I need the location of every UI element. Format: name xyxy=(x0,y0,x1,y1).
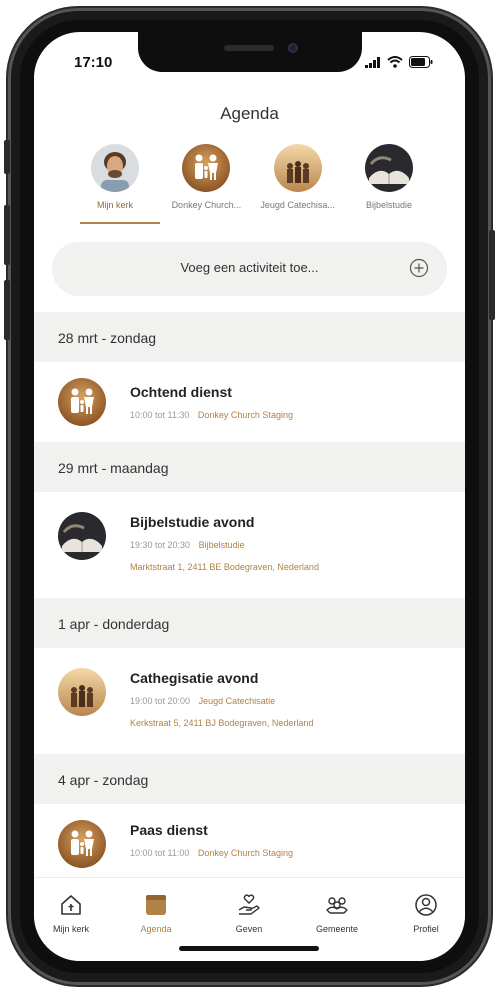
signal-icon xyxy=(365,56,380,68)
event-group: Jeugd Catechisatie xyxy=(198,696,276,706)
tab-label: Agenda xyxy=(140,924,172,934)
event-group: Bijbelstudie xyxy=(198,540,245,550)
community-icon xyxy=(326,897,348,914)
home-indicator[interactable] xyxy=(179,946,319,951)
event-address: Marktstraat 1, 2411 BE Bodegraven, Neder… xyxy=(130,562,319,572)
event-time: 19:30 tot 20:30 xyxy=(130,540,191,550)
tab-geven[interactable]: Geven xyxy=(214,892,284,934)
active-group-indicator xyxy=(80,222,160,224)
event-item[interactable]: Bijbelstudie avond 19:30 tot 20:30 Bijbe… xyxy=(34,492,465,598)
group-tab-bijbelstudie[interactable]: Bijbelstudie xyxy=(346,144,432,210)
group-label: Bijbelstudie xyxy=(365,200,412,210)
battery-icon xyxy=(409,56,433,68)
tab-label: Mijn kerk xyxy=(52,924,89,934)
family-icon-avatar xyxy=(58,378,106,426)
event-title: Cathegisatie avond xyxy=(130,670,259,686)
day-header: 28 mrt - zondag xyxy=(34,312,465,362)
event-title: Paas dienst xyxy=(130,822,208,838)
tab-mijn-kerk[interactable]: Mijn kerk xyxy=(36,892,106,934)
day-header: 4 apr - zondag xyxy=(34,754,465,804)
status-time: 17:10 xyxy=(74,54,113,71)
tab-label: Geven xyxy=(235,924,263,934)
event-title: Ochtend dienst xyxy=(130,384,232,400)
group-photo-avatar xyxy=(58,668,106,716)
speaker-grille xyxy=(224,45,274,51)
tab-label: Gemeente xyxy=(315,924,359,934)
event-address: Kerkstraat 5, 2411 BJ Bodegraven, Nederl… xyxy=(130,718,314,728)
group-photo-avatar xyxy=(273,144,322,192)
home-icon xyxy=(61,895,81,915)
event-time: 10:00 tot 11:30 xyxy=(130,410,190,420)
group-tab-jeugd-catechisatie[interactable]: Jeugd Catechisa... xyxy=(255,144,341,210)
app-screen: 17:10 Agenda Mijn kerk Donkey Church... … xyxy=(34,32,465,961)
event-item[interactable]: Cathegisatie avond 19:00 tot 20:00 Jeugd… xyxy=(34,648,465,754)
event-title: Bijbelstudie avond xyxy=(130,514,255,530)
event-item[interactable]: Paas dienst 10:00 tot 11:00 Donkey Churc… xyxy=(34,804,465,877)
volume-up-button xyxy=(4,205,10,265)
event-item[interactable]: Ochtend dienst 10:00 tot 11:30 Donkey Ch… xyxy=(34,362,465,442)
family-icon-avatar xyxy=(182,144,231,192)
page-title: Agenda xyxy=(220,104,279,123)
person-photo-avatar xyxy=(91,144,139,192)
bible-photo-avatar xyxy=(58,512,106,560)
add-activity-button[interactable]: Voeg een activiteit toe... xyxy=(52,242,447,296)
mute-switch xyxy=(4,140,10,174)
wifi-icon xyxy=(387,56,403,68)
group-tab-mijn-kerk[interactable]: Mijn kerk xyxy=(72,144,158,210)
notch xyxy=(138,32,362,72)
giving-hand-icon xyxy=(238,894,260,915)
event-meta: 10:00 tot 11:30 Donkey Church Staging xyxy=(130,410,293,420)
bible-photo-avatar xyxy=(364,144,413,192)
agenda-list[interactable]: 28 mrt - zondag Ochtend dienst 10:00 tot… xyxy=(34,312,465,877)
power-button xyxy=(489,230,495,320)
event-time: 10:00 tot 11:00 xyxy=(130,848,190,858)
add-activity-label: Voeg een activiteit toe... xyxy=(180,260,319,275)
status-icons xyxy=(365,56,433,68)
tab-gemeente[interactable]: Gemeente xyxy=(302,892,372,934)
bottom-tab-bar: Mijn kerk Agenda Geven Gemeente Profiel xyxy=(34,877,465,961)
event-group: Donkey Church Staging xyxy=(197,848,293,858)
group-selector: Mijn kerk Donkey Church... Jeugd Catechi… xyxy=(72,144,432,210)
event-time: 19:00 tot 20:00 xyxy=(130,696,191,706)
calendar-icon xyxy=(146,895,166,915)
group-label: Jeugd Catechisa... xyxy=(260,200,335,210)
family-icon-avatar xyxy=(58,820,106,868)
event-meta: 19:30 tot 20:30 Bijbelstudie xyxy=(130,540,245,550)
day-header: 1 apr - donderdag xyxy=(34,598,465,648)
tab-profiel[interactable]: Profiel xyxy=(391,892,461,934)
day-header: 29 mrt - maandag xyxy=(34,442,465,492)
group-label: Donkey Church... xyxy=(171,200,242,210)
volume-down-button xyxy=(4,280,10,340)
tab-agenda[interactable]: Agenda xyxy=(121,892,191,934)
group-label: Mijn kerk xyxy=(96,200,133,210)
tab-label: Profiel xyxy=(413,924,439,934)
event-meta: 19:00 tot 20:00 Jeugd Catechisatie xyxy=(130,696,275,706)
group-tab-donkey-church[interactable]: Donkey Church... xyxy=(163,144,249,210)
front-camera xyxy=(288,43,298,53)
profile-icon xyxy=(415,894,437,916)
event-meta: 10:00 tot 11:00 Donkey Church Staging xyxy=(130,848,293,858)
plus-circle-icon xyxy=(409,258,429,278)
event-group: Donkey Church Staging xyxy=(197,410,293,420)
